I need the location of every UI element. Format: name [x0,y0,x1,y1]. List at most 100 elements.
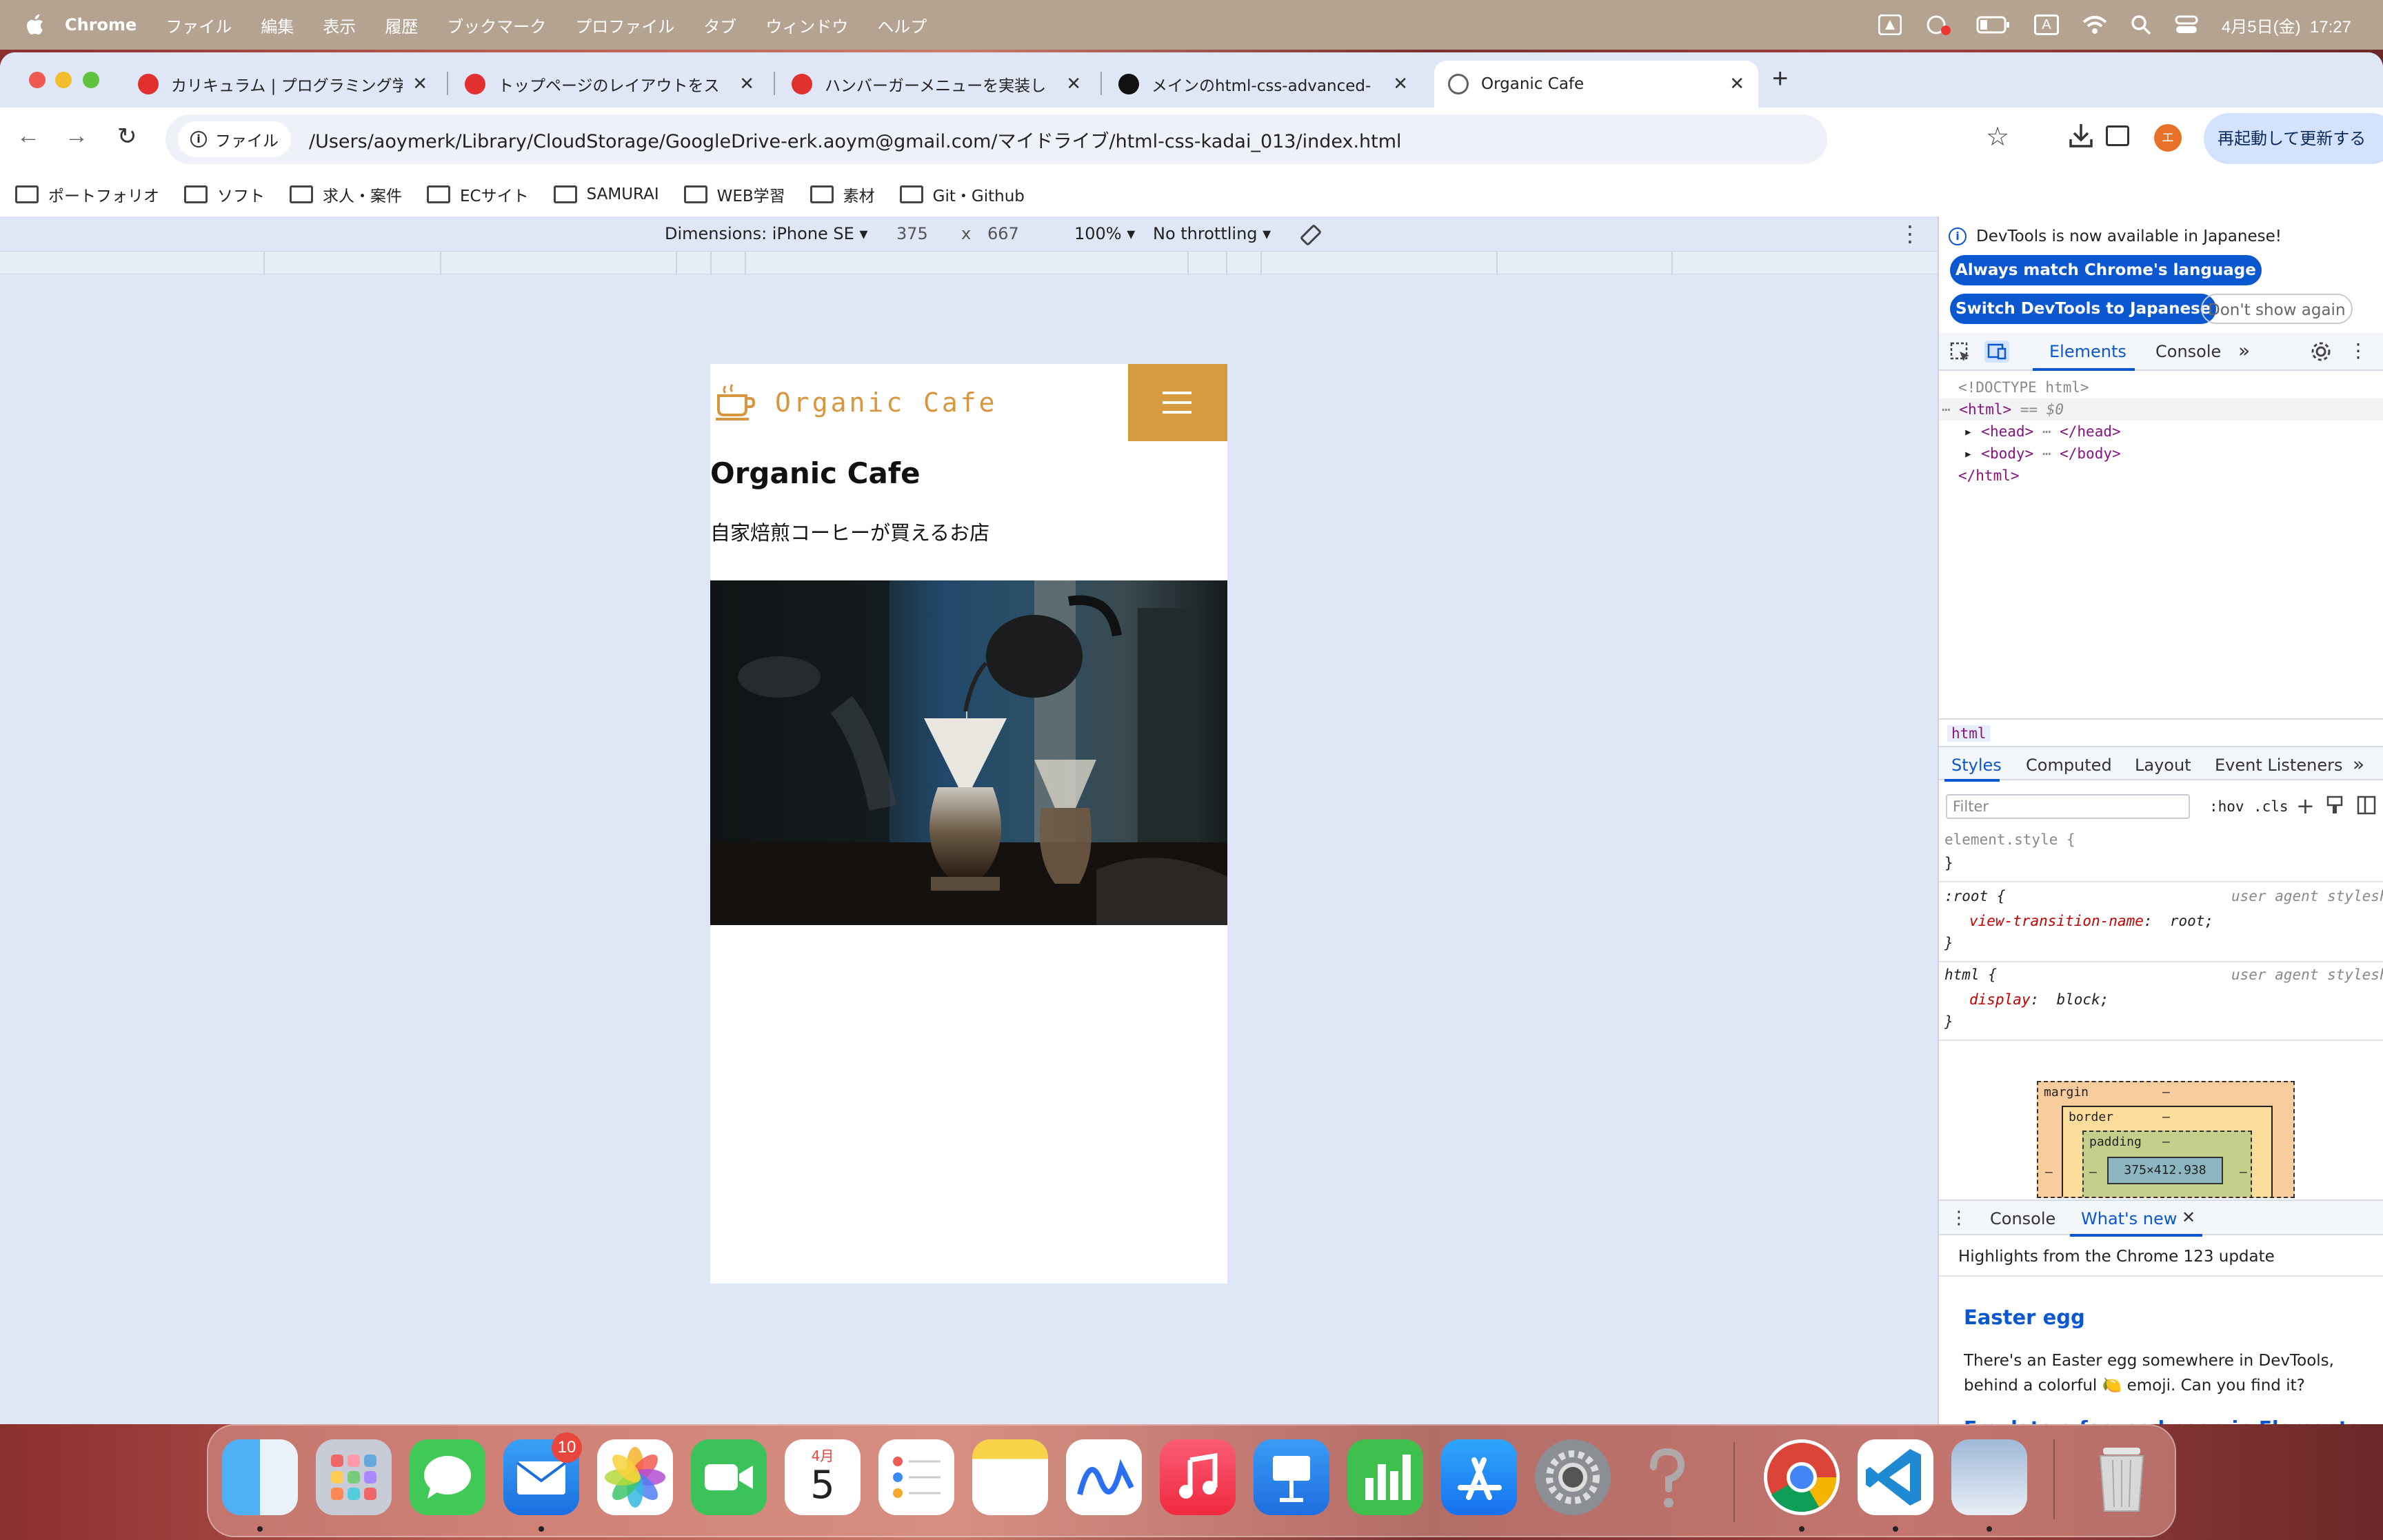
calendar-icon[interactable]: 4月 5 [785,1439,861,1515]
inspect-element-icon[interactable] [1950,342,1971,363]
more-tabs-chevron-icon[interactable]: » [2238,339,2250,362]
tab-hamburger-menu[interactable]: ハンバーガーメニューを実装し ✕ [778,61,1095,108]
tab-console[interactable]: Console [2155,342,2221,361]
url-text[interactable]: /Users/aoymerk/Library/CloudStorage/Goog… [309,126,1402,153]
bookmark-folder-materials[interactable]: 素材 [810,183,875,206]
music-icon[interactable] [1160,1439,1236,1515]
control-center-icon[interactable] [2175,14,2198,35]
unknown-app-icon[interactable] [1629,1439,1705,1515]
download-icon[interactable] [2069,123,2093,149]
more-options-icon[interactable]: ⋮ [1899,221,1921,247]
box-model-content[interactable]: 375×412.938 [2107,1157,2223,1184]
tab-elements[interactable]: Elements [2049,342,2126,361]
rotate-icon[interactable] [1299,223,1323,247]
forward-arrow-icon[interactable]: → [65,123,88,150]
box-model-margin[interactable]: margin – – border – padding – – – 375×41… [2037,1081,2295,1198]
paint-brush-icon[interactable] [2326,796,2343,815]
easter-egg-heading[interactable]: Easter egg [1964,1306,2085,1329]
tab-computed[interactable]: Computed [2026,756,2112,775]
settings-gear-icon[interactable] [2310,341,2332,363]
menu-edit[interactable]: 編集 [261,13,294,37]
more-tabs-chevron-icon[interactable]: » [2353,753,2364,776]
google-drive-icon[interactable] [1878,14,1902,35]
bookmark-folder-samurai[interactable]: SAMURAI [553,185,659,203]
facetime-icon[interactable] [691,1439,767,1515]
always-match-language-button[interactable]: Always match Chrome's language [1950,255,2262,285]
bookmark-folder-git[interactable]: Git・Github [899,183,1025,206]
menu-view[interactable]: 表示 [323,13,356,37]
dom-html-node[interactable]: ⋯ <html> == $0 [1942,401,2064,418]
close-tab-icon[interactable]: ✕ [1393,74,1408,94]
box-model-border[interactable]: border – padding – – – 375×412.938 [2062,1106,2273,1197]
tab-styles[interactable]: Styles [1951,756,2002,775]
messages-icon[interactable] [410,1439,485,1515]
bookmark-star-icon[interactable]: ☆ [1986,121,2009,152]
rule-element-style[interactable]: element.style { [1944,831,2075,848]
close-drawer-tab-icon[interactable]: ✕ [2182,1208,2195,1227]
menu-app-name[interactable]: Chrome [65,15,137,34]
finder-icon[interactable] [222,1439,298,1515]
battery-icon[interactable] [1976,16,2011,34]
reload-icon[interactable]: ↻ [117,123,137,150]
menu-profiles[interactable]: プロファイル [575,13,674,37]
notes-icon[interactable] [972,1439,1048,1515]
hover-state-toggle[interactable]: :hov [2209,798,2244,815]
dom-html-close[interactable]: </html> [1958,467,2020,484]
system-settings-icon[interactable] [1535,1439,1611,1515]
rule-html-selector[interactable]: html { [1944,966,1997,983]
preview-icon[interactable] [1951,1439,2027,1515]
menubar-clock[interactable]: 4月5日(金) 17:27 [2222,13,2351,37]
apple-menu-icon[interactable] [26,14,44,35]
chrome-icon[interactable] [1764,1439,1840,1515]
bookmark-folder-soft[interactable]: ソフト [184,183,265,206]
minimize-window-button[interactable] [55,72,72,88]
breadcrumb-html[interactable]: html [1947,725,1991,742]
class-toggle[interactable]: .cls [2253,798,2289,815]
relaunch-to-update-button[interactable]: 再起動して更新する [2204,113,2383,164]
drawer-menu-icon[interactable]: ⋮ [1950,1208,1968,1228]
tab-organic-cafe[interactable]: Organic Cafe ✕ [1434,61,1758,108]
screen-recording-icon[interactable] [1925,14,1953,36]
photos-icon[interactable] [597,1439,673,1515]
numbers-icon[interactable] [1347,1439,1423,1515]
device-width-input[interactable]: 375 [896,224,928,243]
trash-icon[interactable] [2084,1439,2160,1515]
styles-filter-input[interactable]: Filter [1946,794,2190,819]
menu-tab[interactable]: タブ [703,13,736,37]
side-panel-icon[interactable] [2106,125,2129,146]
wifi-icon[interactable] [2082,15,2107,34]
vscode-icon[interactable] [1858,1439,1933,1515]
close-tab-icon[interactable]: ✕ [1729,74,1744,94]
close-tab-icon[interactable]: ✕ [1066,74,1081,94]
tab-github[interactable]: メインのhtml-css-advanced- ✕ [1105,61,1422,108]
rule-root-selector[interactable]: :root { [1944,888,2006,904]
menu-file[interactable]: ファイル [165,13,232,37]
rule-html-declaration[interactable]: display: block; [1969,991,2109,1008]
device-height-input[interactable]: 667 [987,224,1019,243]
bookmark-folder-ec[interactable]: ECサイト [427,183,529,206]
dont-show-again-button[interactable]: Don't show again [2201,294,2353,324]
tab-top-page-layout[interactable]: トップページのレイアウトをス ✕ [451,61,768,108]
new-tab-button[interactable]: + [1772,63,1788,94]
dom-head-node[interactable]: ▸ <head> ⋯ </head> [1964,423,2121,440]
keynote-icon[interactable] [1254,1439,1329,1515]
close-tab-icon[interactable]: ✕ [739,74,754,94]
menu-bookmarks[interactable]: ブックマーク [447,13,546,37]
menu-history[interactable]: 履歴 [385,13,418,37]
input-mode-icon[interactable]: A [2033,14,2059,35]
devtools-menu-icon[interactable]: ⋮ [2349,339,2368,362]
site-info-chip[interactable]: i ファイル [178,121,291,157]
drawer-tab-whats-new[interactable]: What's new [2081,1209,2177,1228]
switch-to-japanese-button[interactable]: Switch DevTools to Japanese [1950,294,2217,324]
bookmark-folder-jobs[interactable]: 求人・案件 [290,183,402,206]
app-store-icon[interactable] [1441,1439,1517,1515]
back-arrow-icon[interactable]: ← [17,123,40,150]
profile-avatar[interactable]: エ [2154,124,2182,152]
hamburger-menu-button[interactable] [1128,364,1227,441]
close-window-button[interactable] [29,72,46,88]
freeform-icon[interactable] [1066,1439,1142,1515]
throttling-select[interactable]: No throttling ▾ [1153,224,1271,243]
zoom-select[interactable]: 100% ▾ [1074,224,1135,243]
device-select[interactable]: Dimensions: iPhone SE ▾ [665,224,868,243]
reminders-icon[interactable] [878,1439,954,1515]
